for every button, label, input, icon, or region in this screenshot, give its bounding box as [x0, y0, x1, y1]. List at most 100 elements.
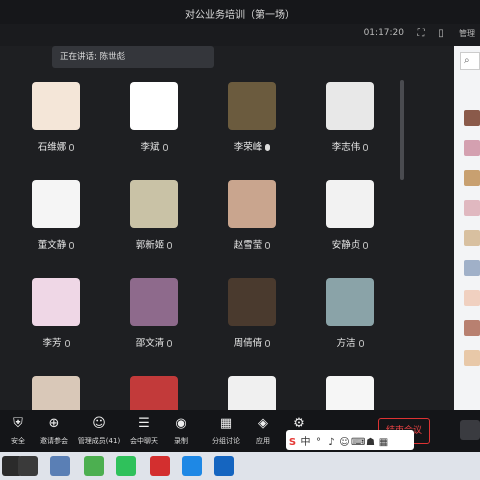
members-icon: ☺	[92, 416, 106, 431]
participant-name-label: 郭新姬	[135, 240, 165, 251]
record-button[interactable]: ◉ 录制	[166, 416, 196, 450]
title-bar: 对公业务培训（第一场）	[0, 0, 480, 24]
toolbar-label: 会中聊天	[130, 437, 158, 445]
participant-name: 周倩倩	[202, 335, 302, 349]
avatar	[130, 180, 178, 228]
ime-mode[interactable]: 中	[299, 433, 312, 453]
avatar	[32, 278, 80, 326]
fullscreen-icon[interactable]: ⛶	[414, 27, 428, 41]
participant-tile[interactable]: 郭新姬	[104, 180, 204, 260]
punctuation-icon[interactable]: °	[312, 433, 325, 453]
taskbar	[0, 452, 480, 480]
avatar	[326, 82, 374, 130]
side-toggle-button[interactable]	[460, 420, 480, 440]
panel-avatar[interactable]	[464, 170, 480, 186]
voice-icon[interactable]: ♪	[325, 433, 338, 453]
breakout-icon: ▦	[219, 416, 233, 431]
chat-button[interactable]: ☰ 会中聊天	[126, 416, 162, 450]
microphone-icon	[265, 242, 271, 249]
avatar	[326, 376, 374, 410]
window-title: 对公业务培训（第一场）	[185, 10, 295, 21]
grid-scrollbar[interactable]	[400, 80, 404, 180]
participant-tile[interactable]: 安静贞	[300, 180, 400, 260]
participant-tile[interactable]	[300, 376, 400, 410]
panel-avatar[interactable]	[464, 320, 480, 336]
participant-tile[interactable]: 董文静	[6, 180, 106, 260]
participant-tile[interactable]: 李荣峰	[202, 82, 302, 162]
participant-name: 赵雪莹	[202, 237, 302, 251]
apps-button[interactable]: ◈ 应用	[250, 416, 276, 450]
ime-toolbar[interactable]: S 中 ° ♪ ☺⌨☗ ▦	[286, 430, 414, 450]
avatar	[228, 82, 276, 130]
participant-tile[interactable]	[202, 376, 302, 410]
avatar	[32, 82, 80, 130]
microphone-icon	[69, 242, 75, 249]
search-icon[interactable]	[84, 456, 104, 476]
microphone-icon	[363, 242, 369, 249]
calculator-icon[interactable]	[18, 456, 38, 476]
participant-name-label: 安静贞	[331, 240, 361, 251]
breakout-button[interactable]: ▦ 分组讨论	[206, 416, 246, 450]
record-icon: ◉	[175, 416, 187, 431]
panel-avatar[interactable]	[464, 230, 480, 246]
keyboard-icon[interactable]: ⌨	[351, 433, 365, 453]
participant-name: 邵文清	[104, 335, 204, 349]
browser-icon[interactable]	[182, 456, 202, 476]
panel-avatar[interactable]	[464, 140, 480, 156]
shield-icon: ⛨	[13, 416, 23, 431]
toolbar-label: 分组讨论	[212, 437, 240, 445]
manage-label: 管理	[459, 29, 475, 38]
panel-avatar[interactable]	[464, 290, 480, 306]
chat-icon: ☰	[138, 416, 150, 431]
toolbar-label: 管理成员(41)	[77, 437, 121, 445]
avatar	[326, 278, 374, 326]
participant-tile[interactable]: 方洁	[300, 278, 400, 358]
wps-icon[interactable]	[150, 456, 170, 476]
participant-name: 董文静	[6, 237, 106, 251]
participant-tile[interactable]	[104, 376, 204, 410]
participant-name-label: 石维娜	[37, 142, 67, 153]
invite-button[interactable]: ⊕ 邀请参会	[36, 416, 72, 450]
participant-tile[interactable]: 李志伟	[300, 82, 400, 162]
participant-name-label: 方洁	[336, 338, 356, 349]
panel-avatar[interactable]	[464, 200, 480, 216]
participant-name-label: 邵文清	[135, 338, 165, 349]
shield-button[interactable]: ⛨ 安全	[4, 416, 32, 450]
members-button[interactable]: ☺ 管理成员(41)	[74, 416, 124, 450]
participant-name: 李荣峰	[202, 139, 302, 153]
avatar	[130, 278, 178, 326]
app-icon[interactable]	[50, 456, 70, 476]
participant-tile[interactable]: 李斌	[104, 82, 204, 162]
toolbox-icon[interactable]: ▦	[377, 433, 390, 453]
participant-tile[interactable]: 周倩倩	[202, 278, 302, 358]
participant-tile[interactable]: 邵文清	[104, 278, 204, 358]
microphone-icon	[265, 340, 271, 347]
participant-tile[interactable]: 石维娜	[6, 82, 106, 162]
avatar	[130, 82, 178, 130]
participant-tile[interactable]: 李芳	[6, 278, 106, 358]
panel-avatar[interactable]	[464, 260, 480, 276]
info-bar	[0, 24, 480, 46]
participant-name-label: 李芳	[42, 338, 62, 349]
manage-button[interactable]: 管理	[454, 27, 480, 41]
participant-tile[interactable]: 赵雪莹	[202, 180, 302, 260]
panel-avatar[interactable]	[464, 110, 480, 126]
apps-icon: ◈	[258, 416, 268, 431]
ime-logo-icon: S	[288, 437, 297, 448]
participant-grid: 石维娜 李斌 李荣峰 李志伟董文静 郭新姬 赵雪莹 安静贞李芳 邵文清 周倩倩 方洁	[0, 80, 430, 410]
emoji-icon[interactable]: ☺	[338, 433, 351, 453]
shirt-icon[interactable]: ☗	[364, 433, 377, 453]
wechat-icon[interactable]	[116, 456, 136, 476]
panel-avatar[interactable]	[464, 350, 480, 366]
avatar	[130, 376, 178, 410]
meeting-icon[interactable]	[214, 456, 234, 476]
participant-tile[interactable]	[6, 376, 106, 410]
microphone-icon	[162, 144, 168, 151]
microphone-icon	[64, 340, 70, 347]
toolbar-label: 应用	[256, 437, 270, 445]
toolbar-label: 录制	[174, 437, 188, 445]
participant-name: 李志伟	[300, 139, 400, 153]
search-icon[interactable]: ⌕	[460, 52, 480, 70]
layout-icon[interactable]: ▯	[434, 27, 448, 41]
toolbar-label: 安全	[11, 437, 25, 445]
